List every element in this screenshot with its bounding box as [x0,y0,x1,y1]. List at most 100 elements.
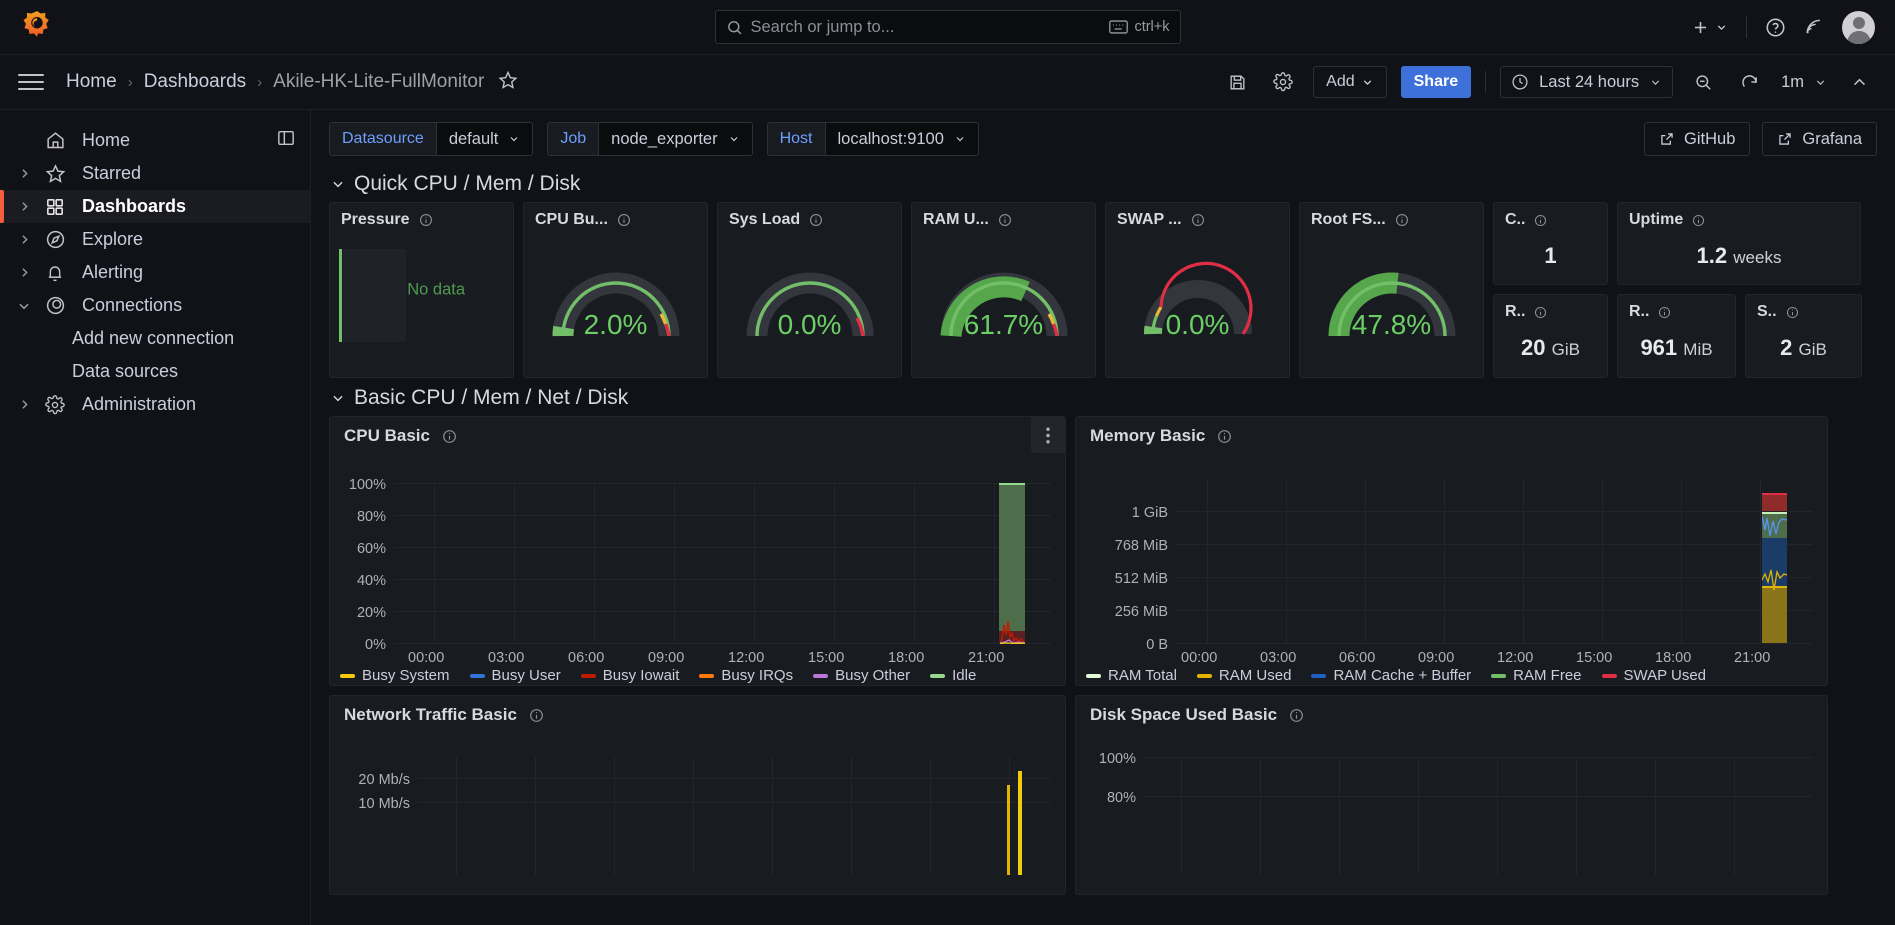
breadcrumb-separator: › [257,73,263,91]
refresh-dashboard-icon[interactable] [1733,66,1765,98]
refresh-interval-picker[interactable]: 1m [1779,66,1829,98]
legend-item[interactable]: SWAP Used [1601,667,1706,684]
info-icon[interactable] [998,213,1012,227]
sidebar-item-add-new-connection[interactable]: Add new connection [0,322,310,355]
panel-sys-load[interactable]: Sys Load 0.0% [717,202,902,378]
legend-item[interactable]: RAM Free [1491,667,1582,684]
row-header-quick[interactable]: Quick CPU / Mem / Disk [323,164,1883,202]
panel-title-text: R.. [1505,303,1526,320]
search-input[interactable] [750,17,1102,37]
breadcrumb-item-home[interactable]: Home [66,71,117,93]
collapse-toolbar-icon[interactable] [1843,66,1875,98]
help-circle-icon[interactable] [1765,17,1786,38]
legend-item[interactable]: Busy IRQs [699,667,793,684]
chevron-right-icon[interactable] [10,233,38,246]
user-avatar[interactable] [1842,10,1875,44]
dashboard-settings-gear-icon[interactable] [1267,66,1299,98]
info-icon[interactable] [1191,213,1205,227]
info-icon[interactable] [442,429,457,444]
save-icon[interactable] [1221,66,1253,98]
panel-cpu-basic[interactable]: CPU Basic 100% 80% 60% 40% 20% 0% 00:00 … [329,416,1066,686]
info-icon[interactable] [1786,306,1799,319]
info-icon[interactable] [617,213,631,227]
info-icon[interactable] [1217,429,1232,444]
info-icon[interactable] [809,213,823,227]
panel-ram-used[interactable]: RAM U... 61.7% [911,202,1096,378]
panel-uptime[interactable]: Uptime 1.2 weeks [1617,202,1861,285]
gauge-value: 0.0% [1165,309,1230,340]
sidebar-item-dashboards[interactable]: Dashboards [0,190,310,223]
panel-memory-basic[interactable]: Memory Basic 1 GiB 768 MiB 512 MiB 256 M… [1075,416,1828,686]
clock-icon [1512,74,1528,90]
panel-swap-used[interactable]: SWAP ... 0.0% [1105,202,1290,378]
github-link-button[interactable]: GitHub [1644,122,1751,156]
rss-news-icon[interactable] [1804,17,1824,37]
grafana-logo[interactable] [20,10,54,44]
info-icon[interactable] [1395,213,1409,227]
legend-item[interactable]: Busy System [340,667,450,684]
sidebar-item-home[interactable]: Home [0,124,310,157]
dock-menu-icon[interactable] [276,128,296,153]
sidebar-item-starred[interactable]: Starred [0,157,310,190]
chevron-right-icon[interactable] [10,266,38,279]
legend-item[interactable]: Idle [930,667,976,684]
dashboards-grid-icon [38,197,72,217]
sidebar-item-connections[interactable]: Connections [0,289,310,322]
add-panel-button[interactable]: Add [1313,66,1387,98]
panel-title-text: R.. [1629,303,1650,320]
row-header-basic[interactable]: Basic CPU / Mem / Net / Disk [323,378,1883,416]
x-tick: 06:00 [568,650,605,666]
legend-item[interactable]: Busy Iowait [580,667,679,684]
sidebar-item-data-sources[interactable]: Data sources [0,355,310,388]
panel-ram-free[interactable]: R.. 961 MiB [1617,294,1736,378]
panel-swap-total[interactable]: S.. 2 GiB [1745,294,1862,378]
variable-value[interactable]: localhost:9100 [824,122,979,156]
variable-value[interactable]: default [435,122,534,156]
global-search[interactable]: ctrl+k [714,10,1181,44]
legend-item[interactable]: Busy User [469,667,561,684]
legend-item[interactable]: Busy Other [813,667,910,684]
panel-disk-space-used-basic[interactable]: Disk Space Used Basic 100% 80% [1075,695,1828,895]
panel-cpu-busy[interactable]: CPU Bu... 2.0% [523,202,708,378]
panel-cpu-cores[interactable]: C.. 1 [1493,202,1608,285]
info-icon[interactable] [419,213,433,227]
x-tick: 12:00 [728,650,765,666]
x-tick: 00:00 [408,650,445,666]
legend-item[interactable]: RAM Cache + Buffer [1311,667,1471,684]
info-icon[interactable] [1658,306,1671,319]
sidebar-item-administration[interactable]: Administration [0,388,310,421]
chevron-right-icon[interactable] [10,398,38,411]
legend-item[interactable]: RAM Used [1196,667,1291,684]
info-icon[interactable] [529,708,544,723]
star-outline-icon[interactable] [498,70,518,95]
chevron-right-icon[interactable] [10,200,38,213]
panel-root-fs-used[interactable]: Root FS... 47.8% [1299,202,1484,378]
info-icon[interactable] [1692,214,1705,227]
panel-ram-total[interactable]: R.. 20 GiB [1493,294,1608,378]
sidebar-item-explore[interactable]: Explore [0,223,310,256]
variable-host: Host localhost:9100 [766,122,979,156]
breadcrumb-item-dashboards[interactable]: Dashboards [144,71,246,93]
chevron-right-icon[interactable] [10,167,38,180]
breadcrumb-item-current[interactable]: Akile-HK-Lite-FullMonitor [273,71,484,93]
grafana-link-button[interactable]: Grafana [1762,122,1877,156]
chevron-down-icon[interactable] [10,299,38,313]
zoom-out-time-icon[interactable] [1687,66,1719,98]
info-icon[interactable] [1534,214,1547,227]
y-tick: 512 MiB [1114,571,1168,587]
star-icon [38,163,72,184]
row-title: Quick CPU / Mem / Disk [354,172,581,195]
panel-pressure[interactable]: Pressure No data [329,202,514,378]
x-tick: 18:00 [1655,650,1692,666]
menu-toggle-button[interactable] [18,74,44,90]
add-new-button[interactable] [1691,18,1728,37]
variable-value[interactable]: node_exporter [598,122,753,156]
sidebar-item-alerting[interactable]: Alerting [0,256,310,289]
time-range-picker[interactable]: Last 24 hours [1500,66,1674,98]
share-button[interactable]: Share [1400,66,1472,98]
legend-item[interactable]: RAM Total [1086,667,1177,684]
info-icon[interactable] [1289,708,1304,723]
chevron-down-icon [730,137,738,142]
panel-network-traffic-basic[interactable]: Network Traffic Basic 20 Mb/s 10 Mb/s [329,695,1066,895]
info-icon[interactable] [1534,306,1547,319]
